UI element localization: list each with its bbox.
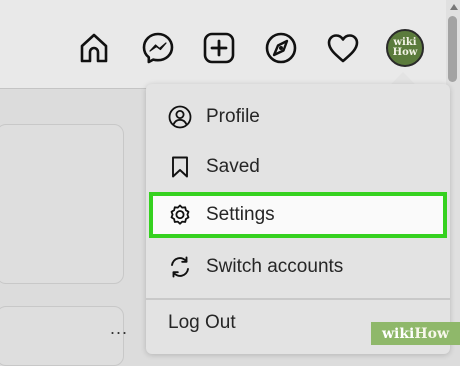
menu-item-settings[interactable]: Settings: [149, 192, 447, 238]
profile-icon: [168, 105, 192, 129]
avatar-text-line2: How: [392, 47, 418, 58]
menu-item-label: Profile: [206, 106, 260, 127]
heart-icon[interactable]: [325, 30, 361, 66]
menu-item-switch-accounts[interactable]: Switch accounts: [146, 242, 450, 292]
new-post-icon[interactable]: [201, 30, 237, 66]
menu-divider: [146, 298, 450, 300]
home-icon[interactable]: [76, 30, 112, 66]
explore-icon[interactable]: [263, 30, 299, 66]
avatar[interactable]: wiki How: [386, 29, 424, 67]
menu-item-saved[interactable]: Saved: [146, 142, 450, 192]
header-divider: [0, 88, 146, 89]
logout-button[interactable]: Log Out: [168, 312, 236, 334]
watermark-text: How: [414, 325, 449, 342]
watermark-text: wiki: [381, 325, 415, 342]
watermark-logo: wiki How: [371, 322, 460, 345]
menu-item-label: Settings: [206, 204, 275, 225]
messenger-icon[interactable]: [140, 30, 176, 66]
more-options-icon[interactable]: ...: [110, 318, 128, 339]
switch-accounts-icon: [168, 255, 192, 279]
feed-card: [0, 306, 124, 366]
menu-item-profile[interactable]: Profile: [146, 92, 450, 142]
menu-item-label: Saved: [206, 156, 260, 177]
menu-item-label: Switch accounts: [206, 256, 344, 277]
scrollbar-thumb[interactable]: [448, 16, 457, 82]
scroll-up-arrow-icon[interactable]: [450, 4, 458, 10]
feed-card: [0, 124, 124, 284]
bookmark-icon: [168, 155, 192, 179]
profile-dropdown-menu: Profile Saved Settings Switch accounts L…: [146, 84, 450, 354]
settings-gear-icon: [168, 203, 192, 227]
